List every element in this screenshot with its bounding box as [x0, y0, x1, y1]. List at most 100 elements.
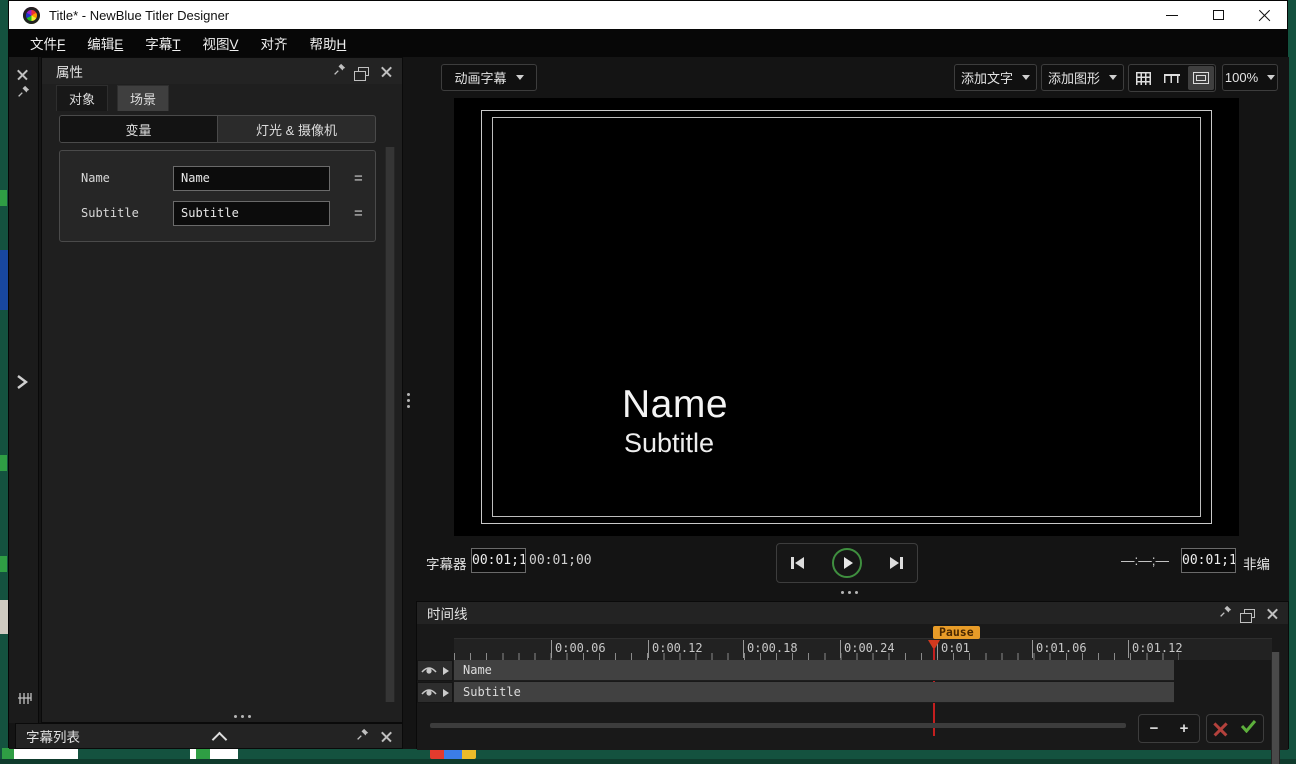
link-expression-button[interactable]: =	[354, 205, 363, 222]
minimize-icon	[1166, 15, 1178, 16]
menu-view[interactable]: 视图V	[192, 29, 250, 57]
add-shape-dropdown[interactable]: 添加图形	[1041, 64, 1124, 91]
track-clip-name[interactable]: Name	[454, 660, 1174, 681]
track-visibility-eye-icon[interactable]	[421, 662, 437, 680]
current-time-input[interactable]	[471, 548, 526, 573]
properties-panel: 属性 对象 场景 变量 灯光 & 摄像机 Name =	[41, 57, 403, 723]
tab-object[interactable]: 对象	[56, 85, 108, 111]
app-logo-icon	[23, 7, 40, 24]
name-field[interactable]	[173, 166, 330, 191]
canvas-title-text[interactable]: Name	[622, 383, 728, 427]
minimize-button[interactable]	[1149, 1, 1195, 29]
menu-title[interactable]: 字幕T	[134, 29, 191, 57]
close-panel-icon[interactable]	[1267, 608, 1278, 619]
safe-area-toggle-button[interactable]	[1188, 66, 1214, 90]
maximize-button[interactable]	[1195, 1, 1241, 29]
subtitle-list-panel: 字幕列表	[15, 723, 403, 749]
subtitle-field[interactable]	[173, 201, 330, 226]
timeline-ruler[interactable]: 0:00.06 0:00.12 0:00.18 0:00.24 0:01 0:0…	[454, 638, 1272, 660]
close-button[interactable]	[1241, 1, 1287, 29]
panel-resize-handle[interactable]	[234, 715, 251, 718]
desktop-icon-fragment	[0, 250, 8, 310]
chevron-down-icon	[1022, 75, 1030, 80]
ruler-tick-label: 0:00.06	[551, 640, 606, 658]
properties-tabs: 对象 场景	[56, 85, 169, 111]
transport-resize-handle[interactable]	[841, 591, 858, 594]
go-to-start-button[interactable]	[791, 557, 804, 569]
expand-up-chevron[interactable]	[213, 731, 225, 746]
menu-help[interactable]: 帮助H	[299, 29, 358, 57]
desktop-icon-fragment	[0, 600, 8, 634]
timeline-panel: 时间线 0:00.06 0:00.12 0:00.18 0:00.24 0:01…	[416, 601, 1289, 749]
menu-align[interactable]: 对齐	[250, 29, 299, 57]
subtitle-list-title: 字幕列表	[26, 726, 80, 746]
ruler-tick-label: 0:00.18	[743, 640, 798, 658]
guides-toolbar	[1128, 64, 1216, 92]
pin-icon[interactable]	[356, 728, 369, 744]
zoom-in-button[interactable]: +	[1172, 720, 1196, 737]
ruler-icon	[1164, 74, 1180, 83]
properties-scrollbar[interactable]	[385, 147, 395, 702]
tally-icon[interactable]	[18, 692, 32, 710]
timeline-vertical-scrollbar[interactable]	[1271, 652, 1280, 764]
track-row-name: Name	[417, 660, 1288, 681]
desktop-icon-fragment	[0, 455, 7, 471]
menu-file[interactable]: 文件F	[19, 29, 76, 57]
float-panel-icon[interactable]	[1244, 609, 1255, 618]
title-bar: Title* - NewBlue Titler Designer	[9, 1, 1287, 29]
add-text-dropdown[interactable]: 添加文字	[954, 64, 1037, 91]
pin-icon[interactable]	[1219, 605, 1232, 621]
skip-end-icon	[890, 557, 899, 569]
pin-icon[interactable]	[333, 63, 346, 79]
timeline-title: 时间线	[427, 603, 468, 623]
rail-close-icon[interactable]	[17, 67, 28, 85]
rail-pin-icon[interactable]	[17, 85, 30, 103]
timeline-horizontal-scrollbar[interactable]	[430, 723, 1126, 728]
close-panel-icon[interactable]	[381, 731, 392, 742]
canvas-subtitle-text[interactable]: Subtitle	[624, 428, 714, 459]
timeline-zoom-group: − +	[1138, 714, 1200, 743]
pause-marker[interactable]: Pause	[933, 626, 980, 639]
ruler-tick-label: 0:00.12	[648, 640, 703, 658]
timecode-dashes: —:—;—	[1121, 553, 1169, 568]
taskbar-icon	[196, 748, 210, 759]
grid-toggle-button[interactable]	[1130, 66, 1156, 90]
zoom-out-button[interactable]: −	[1142, 720, 1166, 737]
track-clip-subtitle[interactable]: Subtitle	[454, 682, 1174, 703]
field-label-subtitle: Subtitle	[81, 206, 173, 220]
menu-edit[interactable]: 编辑E	[76, 29, 134, 57]
cancel-button[interactable]	[1213, 721, 1228, 736]
menu-bar: 文件F 编辑E 字幕T 视图V 对齐 帮助H	[9, 29, 1287, 57]
go-to-end-button[interactable]	[890, 557, 903, 569]
track-expand-icon[interactable]	[443, 667, 449, 675]
close-panel-icon[interactable]	[381, 66, 392, 77]
template-selector-dropdown[interactable]: 动画字幕	[441, 64, 537, 91]
out-time-input[interactable]	[1181, 548, 1236, 573]
maximize-icon	[1213, 10, 1224, 20]
play-button[interactable]	[832, 548, 862, 578]
scene-subtab-switch: 变量 灯光 & 摄像机	[59, 115, 376, 143]
taskbar-icon	[2, 748, 14, 759]
left-dock-rail	[9, 57, 39, 723]
tab-scene[interactable]: 场景	[117, 85, 169, 111]
ruler-toggle-button[interactable]	[1159, 66, 1185, 90]
confirm-button[interactable]	[1240, 719, 1257, 738]
app-window: Title* - NewBlue Titler Designer 文件F 编辑E…	[8, 0, 1288, 748]
expand-panel-chevron[interactable]	[16, 374, 28, 395]
zoom-level-dropdown[interactable]: 100%	[1222, 64, 1278, 91]
preview-canvas[interactable]: Name Subtitle	[454, 98, 1239, 536]
track-visibility-eye-icon[interactable]	[421, 684, 437, 702]
titler-label: 字幕器	[426, 553, 467, 573]
timeline-body: 0:00.06 0:00.12 0:00.18 0:00.24 0:01 0:0…	[417, 624, 1288, 750]
link-expression-button[interactable]: =	[354, 170, 363, 187]
column-splitter-handle[interactable]	[407, 393, 410, 408]
desktop-icon-fragment	[0, 556, 7, 572]
track-expand-icon[interactable]	[443, 689, 449, 697]
transport-bar: 字幕器 00:01;00 —:—;— 非编	[416, 536, 1289, 588]
subtab-lights-camera[interactable]: 灯光 & 摄像机	[217, 116, 375, 142]
close-icon	[1258, 9, 1271, 22]
float-panel-icon[interactable]	[358, 67, 369, 76]
desktop-icon-fragment	[0, 190, 7, 206]
mode-label: 非编	[1243, 553, 1270, 573]
subtab-variables[interactable]: 变量	[60, 116, 217, 142]
